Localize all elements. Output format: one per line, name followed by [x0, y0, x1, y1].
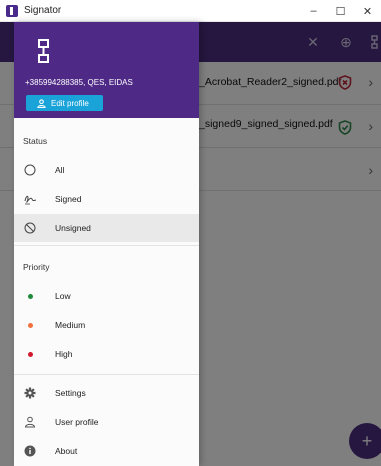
- circle-icon: [23, 163, 37, 177]
- app-icon: [6, 4, 18, 17]
- drawer-header: +385994288385, QES, EIDAS Edit profile: [14, 22, 199, 118]
- priority-section-title: Priority: [23, 262, 50, 272]
- about-item[interactable]: About: [14, 437, 199, 465]
- navigation-drawer: +385994288385, QES, EIDAS Edit profile S…: [14, 22, 199, 466]
- settings-label: Settings: [55, 388, 86, 398]
- maximize-button[interactable]: ☐: [327, 0, 354, 22]
- user-profile-label: User profile: [55, 417, 99, 427]
- filter-signed-label: Signed: [55, 194, 82, 204]
- block-icon: [23, 221, 37, 235]
- edit-profile-label: Edit profile: [51, 98, 89, 108]
- filter-unsigned-label: Unsigned: [55, 223, 91, 233]
- minimize-button[interactable]: –: [300, 0, 327, 22]
- window-controls: – ☐ ✕: [300, 0, 381, 22]
- divider: [14, 245, 199, 246]
- priority-low-label: Low: [55, 291, 71, 301]
- signature-icon: [23, 192, 37, 206]
- high-priority-dot-icon: [23, 347, 37, 361]
- signator-logo-icon: [38, 39, 49, 63]
- window-title: Signator: [24, 5, 62, 16]
- low-priority-dot-icon: [23, 289, 37, 303]
- priority-high[interactable]: High: [14, 340, 199, 368]
- about-label: About: [55, 446, 78, 456]
- close-window-button[interactable]: ✕: [354, 0, 381, 22]
- divider: [14, 374, 199, 375]
- filter-unsigned[interactable]: Unsigned: [14, 214, 199, 242]
- medium-priority-dot-icon: [23, 318, 37, 332]
- edit-profile-button[interactable]: Edit profile: [26, 95, 103, 111]
- filter-signed[interactable]: Signed: [14, 185, 199, 213]
- info-icon: [23, 444, 37, 458]
- user-identity: +385994288385, QES, EIDAS: [25, 78, 133, 87]
- user-icon: [37, 98, 46, 108]
- gear-icon: [23, 386, 37, 400]
- priority-low[interactable]: Low: [14, 282, 199, 310]
- settings-item[interactable]: Settings: [14, 379, 199, 407]
- filter-all-label: All: [55, 165, 65, 175]
- priority-high-label: High: [55, 349, 73, 359]
- priority-medium[interactable]: Medium: [14, 311, 199, 339]
- priority-medium-label: Medium: [55, 320, 86, 330]
- window-titlebar: Signator – ☐ ✕: [0, 0, 381, 22]
- user-profile-item[interactable]: User profile: [14, 408, 199, 436]
- filter-all[interactable]: All: [14, 156, 199, 184]
- status-section-title: Status: [23, 136, 48, 146]
- user-icon: [23, 415, 37, 429]
